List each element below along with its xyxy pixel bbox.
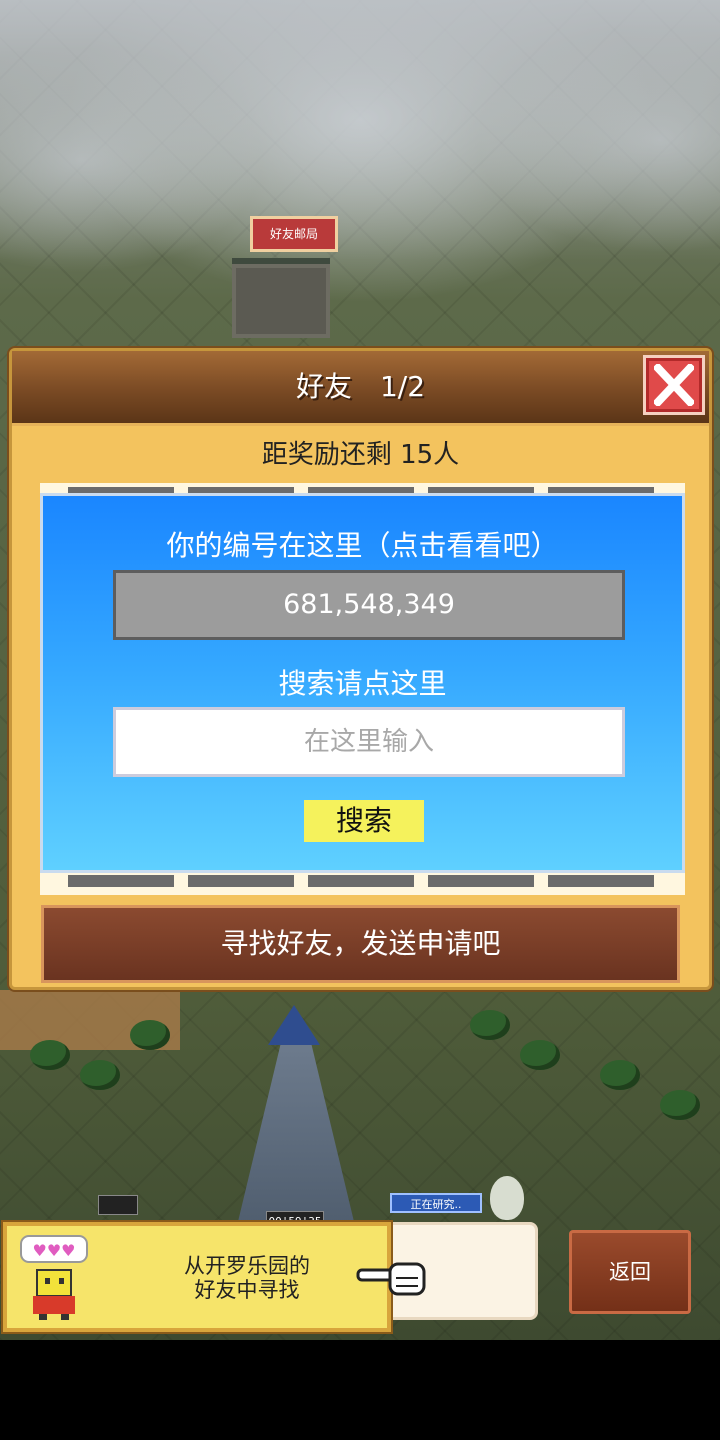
hint-text: 从开罗乐园的 好友中寻找	[157, 1254, 337, 1302]
tab-slot[interactable]	[548, 875, 654, 887]
your-id-field[interactable]: 681,548,349	[113, 570, 625, 640]
reward-remaining-text: 距奖励还剩 15人	[261, 440, 460, 470]
bush	[80, 1060, 120, 1090]
fog-overlay	[0, 0, 720, 260]
research-hall-building[interactable]	[236, 1030, 356, 1230]
search-panel: 你的编号在这里（点击看看吧） 681,548,349 搜索请点这里 在这里输入 …	[40, 493, 685, 873]
navigation-bar-area	[0, 1340, 720, 1440]
tab-slot[interactable]	[68, 875, 174, 887]
hint-line-1: 从开罗乐园的	[184, 1254, 310, 1278]
back-button[interactable]: 返回	[569, 1230, 691, 1314]
your-id-label: 你的编号在这里（点击看看吧）	[166, 529, 559, 562]
search-button[interactable]: 搜索	[304, 800, 424, 842]
research-status-tag[interactable]: 正在研究..	[390, 1193, 482, 1213]
bush	[470, 1010, 510, 1040]
tab-slot[interactable]	[188, 875, 294, 887]
dialog-title-bar: 好友 1/2	[12, 351, 709, 426]
bush	[520, 1040, 560, 1070]
small-status-tag	[98, 1195, 138, 1215]
hint-bubble[interactable]: ♥♥♥ 从开罗乐园的 好友中寻找	[3, 1222, 391, 1332]
bush	[130, 1020, 170, 1050]
bush	[600, 1060, 640, 1090]
tab-slot[interactable]	[308, 875, 414, 887]
robot-mascot-icon: ♥♥♥	[20, 1235, 88, 1320]
egg-decoration	[490, 1176, 524, 1220]
bush	[660, 1090, 700, 1120]
find-friends-button[interactable]: 寻找好友，发送申请吧	[41, 905, 680, 983]
pointing-hand-icon	[356, 1262, 426, 1296]
friends-dialog: 好友 1/2 距奖励还剩 15人 你的编号在这里（点击看看吧） 681,548,…	[9, 348, 712, 990]
post-office-building[interactable]	[232, 258, 330, 338]
building-sign[interactable]: 好友邮局	[250, 216, 338, 252]
bush	[30, 1040, 70, 1070]
hall-roof	[268, 1005, 320, 1045]
hint-line-2: 好友中寻找	[194, 1278, 300, 1302]
search-input[interactable]: 在这里输入	[113, 707, 625, 777]
search-label: 搜索请点这里	[278, 667, 447, 700]
hearts-icon: ♥♥♥	[32, 1241, 75, 1260]
close-button[interactable]	[643, 355, 705, 415]
close-icon	[654, 364, 694, 406]
tab-slot[interactable]	[428, 875, 534, 887]
tab-strip-bottom	[40, 873, 685, 889]
dialog-title: 好友 1/2	[295, 370, 426, 403]
